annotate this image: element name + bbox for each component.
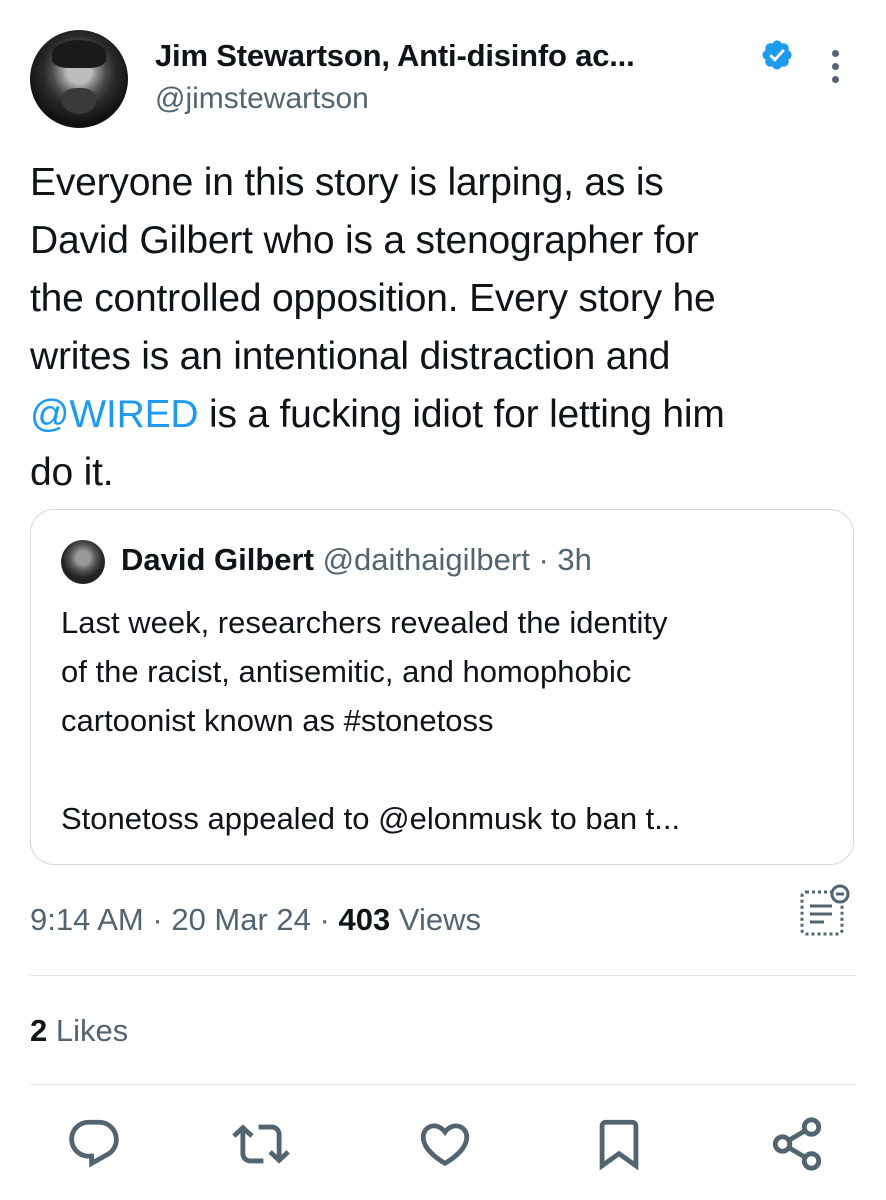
quote-avatar[interactable] <box>61 540 105 584</box>
quoted-tweet[interactable]: David Gilbert @daithaigilbert · 3h Last … <box>30 509 854 865</box>
more-options-icon[interactable] <box>820 50 850 90</box>
like-icon <box>420 1123 470 1167</box>
like-button[interactable] <box>416 1115 474 1173</box>
views-label: Views <box>398 902 481 937</box>
author-handle[interactable]: @jimstewartson <box>155 82 369 116</box>
verified-badge-icon <box>762 40 792 70</box>
divider <box>30 1084 856 1085</box>
quote-author-handle: @daithaigilbert <box>322 542 530 577</box>
retweet-icon <box>232 1124 290 1164</box>
mention-link[interactable]: @WIRED <box>30 393 199 436</box>
meta-separator: · <box>319 902 330 937</box>
avatar-beard <box>62 88 96 114</box>
meta-separator: · <box>152 902 163 937</box>
likes-label: Likes <box>55 1013 129 1048</box>
divider <box>30 975 856 976</box>
reply-button[interactable] <box>65 1115 123 1173</box>
quote-age: 3h <box>557 542 592 577</box>
likes-summary[interactable]: 2 Likes <box>30 1013 128 1049</box>
tweet-time[interactable]: 9:14 AM <box>30 902 144 937</box>
quote-body: Last week, researchers revealed the iden… <box>61 605 681 836</box>
share-icon <box>772 1117 822 1171</box>
retweet-button[interactable] <box>232 1115 290 1173</box>
bookmark-button[interactable] <box>590 1115 648 1173</box>
tweet-text-part: Everyone in this story is larping, as is… <box>30 161 716 378</box>
reply-icon <box>69 1119 119 1168</box>
quote-author-name: David Gilbert <box>121 542 314 577</box>
tweet-text: Everyone in this story is larping, as is… <box>30 154 860 502</box>
analytics-icon[interactable] <box>798 884 854 940</box>
views-count: 403 <box>338 902 391 937</box>
avatar-hair <box>52 40 106 68</box>
quote-header: David Gilbert @daithaigilbert · 3h <box>121 542 592 578</box>
tweet-date[interactable]: 20 Mar 24 <box>171 902 311 937</box>
bookmark-icon <box>599 1119 639 1171</box>
tweet-meta: 9:14 AM · 20 Mar 24 · 403 Views <box>30 902 481 938</box>
likes-count: 2 <box>30 1013 48 1048</box>
share-button[interactable] <box>768 1115 826 1173</box>
author-name[interactable]: Jim Stewartson, Anti-disinfo ac... <box>155 38 635 74</box>
quote-separator: · <box>538 542 549 577</box>
author-avatar[interactable] <box>30 30 128 128</box>
action-bar <box>0 1115 886 1175</box>
